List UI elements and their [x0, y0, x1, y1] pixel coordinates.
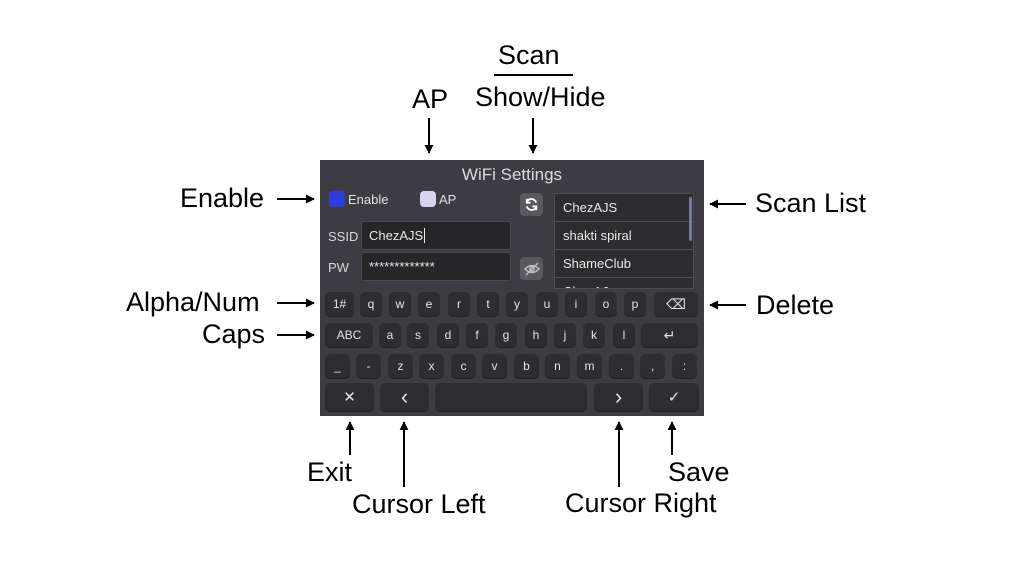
panel-title: WiFi Settings — [461, 165, 563, 184]
key-x[interactable]: x — [419, 354, 444, 378]
save-button[interactable]: ✓ — [649, 383, 699, 411]
key-a[interactable]: a — [379, 323, 401, 347]
exit-button[interactable]: ✕ — [325, 383, 374, 411]
key-k[interactable]: k — [583, 323, 605, 347]
scan-list[interactable]: ChezAJS shakti spiral ShameClub ChezAJ..… — [554, 193, 694, 289]
key-l[interactable]: l — [613, 323, 635, 347]
scan-list-item[interactable]: shakti spiral — [555, 222, 693, 250]
annotation-delete: Delete — [756, 290, 835, 320]
key-p[interactable]: p — [624, 292, 646, 316]
key-o[interactable]: o — [595, 292, 617, 316]
annotation-caps: Caps — [202, 319, 266, 349]
key-comma[interactable]: , — [640, 354, 665, 378]
ap-label: AP — [439, 192, 457, 207]
key-dash[interactable]: - — [356, 354, 381, 378]
annotation-alpha-num: Alpha/Num — [126, 287, 260, 317]
keyboard-row-4: ✕ ‹ › ✓ — [320, 383, 704, 413]
enter-key[interactable]: ↵ — [641, 323, 698, 347]
annotation-save: Save — [668, 457, 730, 487]
key-r[interactable]: r — [448, 292, 470, 316]
eye-off-icon — [523, 261, 540, 276]
wifi-settings-panel: WiFi Settings Enable AP SSID ChezAJS PW … — [320, 160, 704, 416]
key-v[interactable]: v — [482, 354, 507, 378]
key-u[interactable]: u — [536, 292, 558, 316]
key-g[interactable]: g — [495, 323, 517, 347]
key-w[interactable]: w — [389, 292, 411, 316]
backspace-icon: ⌫ — [666, 295, 686, 312]
alpha-num-key[interactable]: 1# — [325, 292, 354, 316]
key-z[interactable]: z — [388, 354, 413, 378]
scan-list-scrollbar[interactable] — [689, 197, 692, 241]
key-j[interactable]: j — [554, 323, 576, 347]
cursor-right-button[interactable]: › — [594, 383, 643, 411]
enable-label: Enable — [348, 192, 389, 207]
chevron-right-icon: › — [614, 384, 623, 409]
delete-key[interactable]: ⌫ — [654, 292, 698, 316]
annotation-ap: AP — [412, 84, 449, 114]
key-h[interactable]: h — [525, 323, 547, 347]
annotation-scan-list: Scan List — [755, 188, 867, 218]
key-c[interactable]: c — [451, 354, 476, 378]
enable-checkbox[interactable] — [329, 191, 345, 207]
annotation-show-hide: Show/Hide — [475, 82, 606, 112]
key-y[interactable]: y — [506, 292, 528, 316]
key-t[interactable]: t — [477, 292, 499, 316]
key-q[interactable]: q — [360, 292, 382, 316]
refresh-icon — [525, 198, 538, 211]
key-b[interactable]: b — [514, 354, 539, 378]
key-i[interactable]: i — [565, 292, 587, 316]
caps-key[interactable]: ABC — [325, 323, 373, 347]
ap-checkbox[interactable] — [420, 191, 436, 207]
keyboard-row-3: _ - z x c v b n m . , : — [320, 354, 704, 384]
scan-list-item[interactable]: ChezAJS — [555, 194, 693, 222]
checkmark-icon: ✓ — [667, 389, 681, 406]
password-value: ************* — [369, 259, 435, 274]
pw-label: PW — [328, 260, 349, 275]
ssid-label: SSID — [328, 229, 359, 244]
key-period[interactable]: . — [609, 354, 634, 378]
key-f[interactable]: f — [466, 323, 488, 347]
show-hide-password-button[interactable] — [520, 257, 543, 280]
scan-list-item[interactable]: ChezAJ... — [555, 278, 693, 288]
password-field[interactable]: ************* — [361, 252, 511, 281]
annotation-enable: Enable — [180, 183, 265, 213]
space-key[interactable] — [435, 383, 587, 411]
scan-button[interactable] — [520, 193, 543, 216]
key-e[interactable]: e — [418, 292, 440, 316]
cursor-left-button[interactable]: ‹ — [380, 383, 429, 411]
keyboard-row-1: 1# q w e r t y u i o p ⌫ — [320, 292, 704, 322]
keyboard-row-2: ABC a s d f g h j k l ↵ — [320, 323, 704, 353]
key-d[interactable]: d — [437, 323, 459, 347]
close-icon: ✕ — [343, 389, 356, 406]
key-s[interactable]: s — [407, 323, 429, 347]
key-n[interactable]: n — [545, 354, 570, 378]
key-underscore[interactable]: _ — [325, 354, 350, 378]
enter-icon: ↵ — [663, 326, 676, 343]
annotation-scan: Scan — [498, 40, 560, 70]
scan-list-item[interactable]: ShameClub — [555, 250, 693, 278]
annotation-cursor-right: Cursor Right — [565, 488, 717, 518]
key-colon[interactable]: : — [672, 354, 697, 378]
ssid-value: ChezAJS — [369, 228, 424, 243]
chevron-left-icon: ‹ — [400, 384, 409, 409]
ssid-field[interactable]: ChezAJS — [361, 221, 511, 250]
key-m[interactable]: m — [577, 354, 602, 378]
annotation-cursor-left: Cursor Left — [352, 489, 486, 519]
annotation-exit: Exit — [307, 457, 353, 487]
text-cursor — [424, 228, 426, 243]
